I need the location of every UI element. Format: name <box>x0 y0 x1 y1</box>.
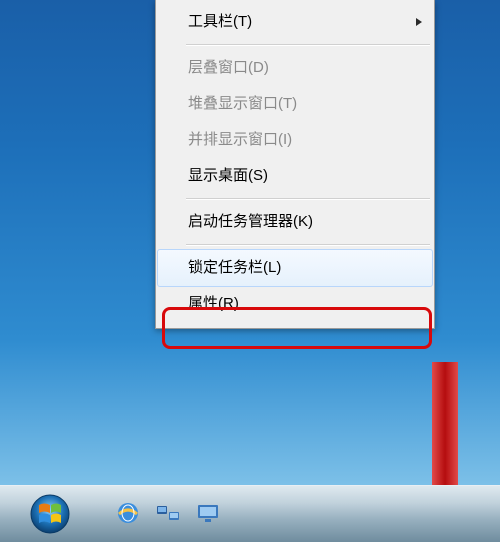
menu-item-label: 工具栏(T) <box>188 13 252 30</box>
menu-item-label: 并排显示窗口(I) <box>188 131 292 148</box>
menu-item-show-desktop[interactable]: 显示桌面(S) <box>158 158 432 194</box>
menu-item-toolbars[interactable]: 工具栏(T) <box>158 4 432 40</box>
menu-item-label: 锁定任务栏(L) <box>188 259 281 276</box>
menu-item-lock-taskbar[interactable]: 锁定任务栏(L) <box>157 249 433 287</box>
monitor-icon <box>195 500 221 526</box>
menu-item-side-by-side[interactable]: 并排显示窗口(I) <box>158 122 432 158</box>
menu-item-label: 层叠窗口(D) <box>188 59 269 76</box>
menu-separator <box>186 44 430 46</box>
menu-item-task-manager[interactable]: 启动任务管理器(K) <box>158 204 432 240</box>
menu-item-label: 堆叠显示窗口(T) <box>188 95 297 112</box>
quicklaunch-ie[interactable] <box>115 500 141 526</box>
taskbar[interactable] <box>0 485 500 542</box>
menu-separator <box>186 198 430 200</box>
quicklaunch-item-2[interactable] <box>195 500 221 526</box>
menu-item-properties[interactable]: 属性(R) <box>158 286 432 322</box>
taskbar-context-menu: 工具栏(T) 层叠窗口(D) 堆叠显示窗口(T) 并排显示窗口(I) 显示桌面(… <box>155 0 435 329</box>
start-button[interactable] <box>30 494 70 534</box>
menu-item-stacked[interactable]: 堆叠显示窗口(T) <box>158 86 432 122</box>
quicklaunch-item-1[interactable] <box>155 500 181 526</box>
ie-icon <box>115 500 141 526</box>
menu-item-cascade[interactable]: 层叠窗口(D) <box>158 50 432 86</box>
menu-item-label: 启动任务管理器(K) <box>188 213 313 230</box>
menu-separator <box>186 244 430 246</box>
menu-item-label: 显示桌面(S) <box>188 167 268 184</box>
submenu-arrow-icon <box>416 18 422 26</box>
windows-logo-icon <box>30 494 70 534</box>
menu-item-label: 属性(R) <box>188 295 239 312</box>
network-icon <box>155 500 181 526</box>
